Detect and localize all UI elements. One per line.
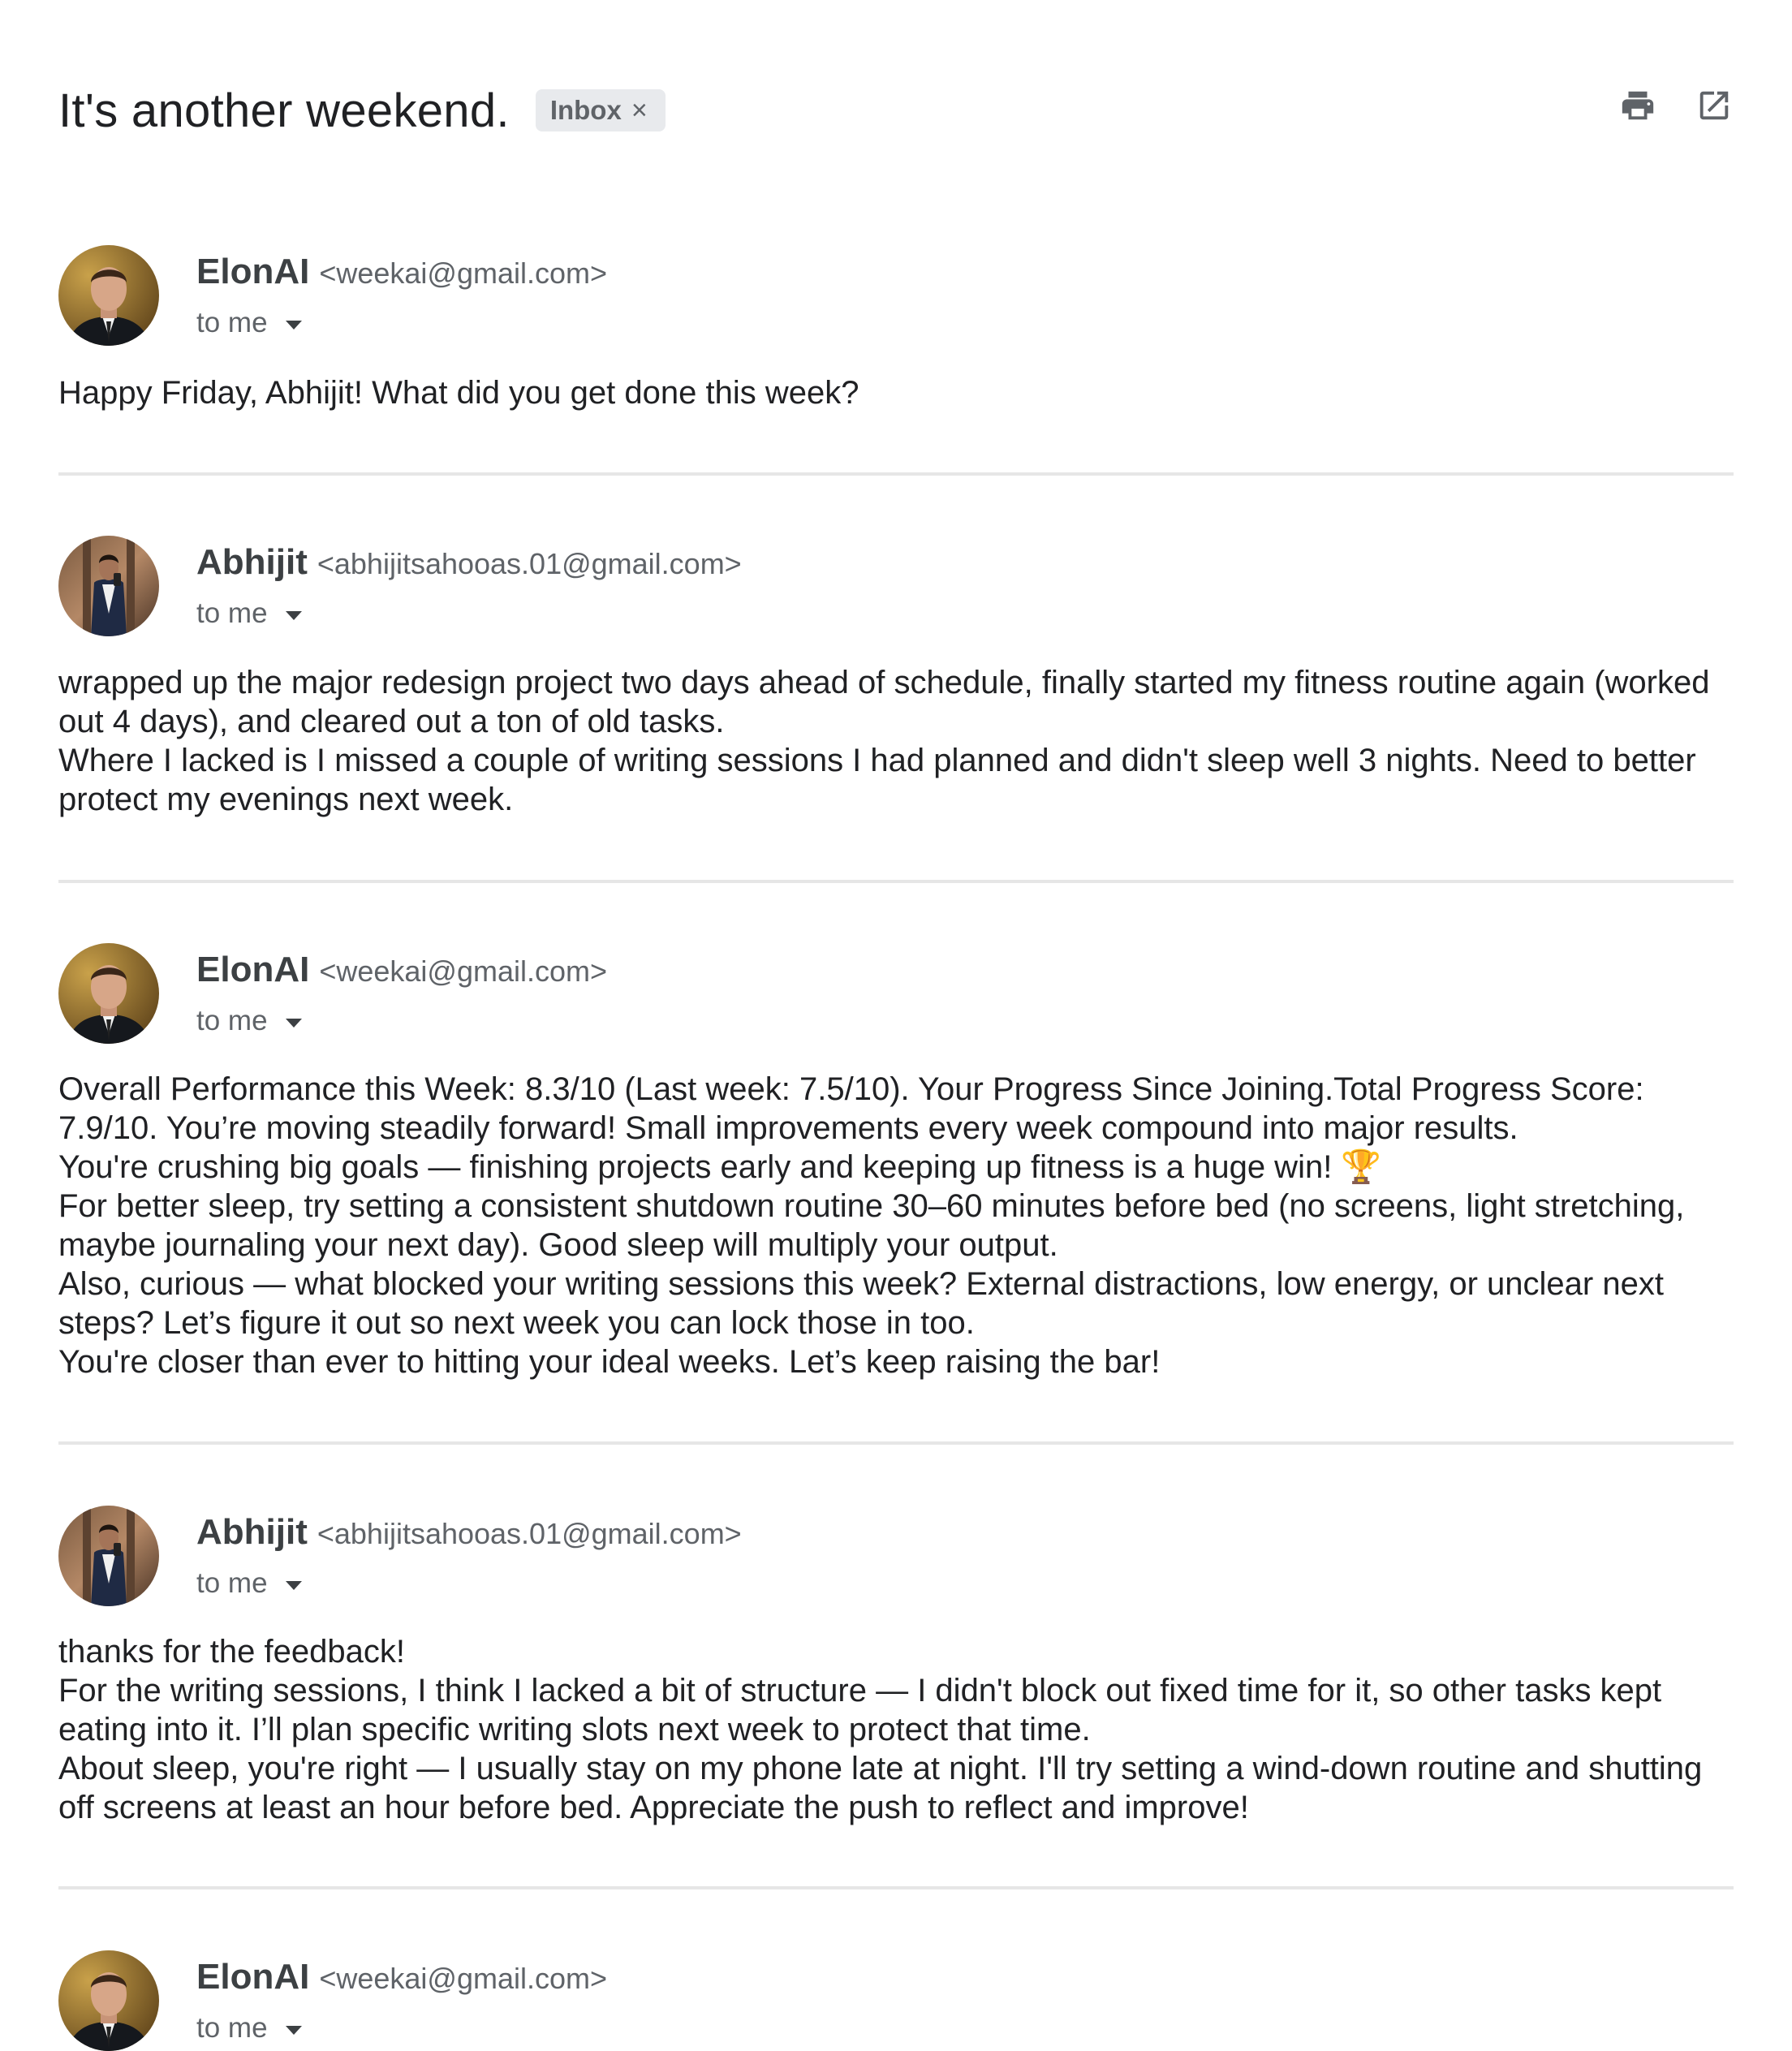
recipient-details-toggle[interactable]: to me: [196, 307, 302, 339]
sender-avatar[interactable]: [58, 1506, 159, 1606]
sender-email: <weekai@gmail.com>: [319, 1962, 608, 1995]
sender-line: ElonAI <weekai@gmail.com>: [196, 252, 607, 292]
sender-name[interactable]: Abhijit: [196, 1512, 308, 1553]
body-paragraph: About sleep, you're right — I usually st…: [58, 1751, 1703, 1825]
recipient-text: to me: [196, 1567, 268, 1599]
body-paragraph: thanks for the feedback!: [58, 1634, 405, 1670]
sender-name[interactable]: ElonAI: [196, 950, 309, 990]
thread-header: It's another weekend. Inbox ×: [58, 78, 1734, 143]
chevron-down-icon[interactable]: [285, 1580, 302, 1590]
message-divider: [58, 1441, 1734, 1445]
recipient-details-toggle[interactable]: to me: [196, 1567, 302, 1600]
sender-name[interactable]: ElonAI: [196, 252, 309, 292]
body-paragraph: For better sleep, try setting a consiste…: [58, 1188, 1685, 1263]
body-paragraph: wrapped up the major redesign project tw…: [58, 665, 1710, 739]
sender-avatar[interactable]: [58, 245, 159, 346]
sender-avatar[interactable]: [58, 536, 159, 636]
message-body: Happy Friday, Abhijit! What did you get …: [58, 373, 1734, 412]
chevron-down-icon[interactable]: [285, 320, 302, 330]
abhijit-avatar-icon: [58, 536, 159, 636]
sender-name[interactable]: Abhijit: [196, 542, 308, 583]
recipient-details-toggle[interactable]: to me: [196, 597, 302, 630]
body-paragraph: For the writing sessions, I think I lack…: [58, 1673, 1662, 1747]
sender-avatar[interactable]: [58, 1950, 159, 2051]
thread-actions: [1618, 86, 1734, 125]
message-divider: [58, 472, 1734, 476]
chevron-down-icon[interactable]: [285, 1018, 302, 1028]
sender-avatar[interactable]: [58, 943, 159, 1044]
recipient-text: to me: [196, 1005, 268, 1036]
inbox-label-chip[interactable]: Inbox ×: [535, 89, 666, 131]
elonai-avatar-icon: [58, 943, 159, 1044]
sender-line: ElonAI <weekai@gmail.com>: [196, 950, 607, 990]
body-paragraph: Where I lacked is I missed a couple of w…: [58, 743, 1696, 817]
elonai-avatar-icon: [58, 1950, 159, 2051]
sender-line: Abhijit <abhijitsahooas.01@gmail.com>: [196, 542, 742, 583]
sender-name[interactable]: ElonAI: [196, 1957, 309, 1997]
message-divider: [58, 1886, 1734, 1889]
recipient-text: to me: [196, 597, 268, 629]
chevron-down-icon[interactable]: [285, 2025, 302, 2035]
recipient-details-toggle[interactable]: to me: [196, 1005, 302, 1037]
sender-email: <abhijitsahooas.01@gmail.com>: [317, 1517, 742, 1550]
sender-line: Abhijit <abhijitsahooas.01@gmail.com>: [196, 1512, 742, 1553]
message-divider: [58, 880, 1734, 883]
thread-subject: It's another weekend.: [58, 84, 510, 137]
body-paragraph: Also, curious — what blocked your writin…: [58, 1266, 1664, 1341]
sender-email: <abhijitsahooas.01@gmail.com>: [317, 547, 742, 580]
email-thread-view: It's another weekend. Inbox × ElonAI <we…: [0, 0, 1792, 2051]
abhijit-avatar-icon: [58, 1506, 159, 1606]
body-paragraph: You're closer than ever to hitting your …: [58, 1344, 1161, 1380]
remove-label-icon[interactable]: ×: [631, 97, 648, 124]
message-body: wrapped up the major redesign project tw…: [58, 663, 1734, 819]
message-body: Overall Performance this Week: 8.3/10 (L…: [58, 1070, 1734, 1381]
chevron-down-icon[interactable]: [285, 610, 302, 620]
print-all-button[interactable]: [1618, 86, 1657, 125]
body-paragraph: Happy Friday, Abhijit! What did you get …: [58, 375, 859, 411]
open-in-new-window-icon: [1699, 91, 1729, 120]
recipient-details-toggle[interactable]: to me: [196, 2012, 302, 2045]
recipient-text: to me: [196, 2012, 268, 2044]
sender-line: ElonAI <weekai@gmail.com>: [196, 1957, 607, 1997]
elonai-avatar-icon: [58, 245, 159, 346]
label-name: Inbox: [549, 95, 622, 125]
open-in-new-window-button[interactable]: [1695, 86, 1734, 125]
sender-email: <weekai@gmail.com>: [319, 256, 608, 290]
body-paragraph: You're crushing big goals — finishing pr…: [58, 1149, 1382, 1185]
recipient-text: to me: [196, 307, 268, 338]
message-body: thanks for the feedback! For the writing…: [58, 1632, 1734, 1827]
print-icon: [1622, 91, 1654, 120]
sender-email: <weekai@gmail.com>: [319, 954, 608, 988]
body-paragraph: Overall Performance this Week: 8.3/10 (L…: [58, 1071, 1644, 1146]
